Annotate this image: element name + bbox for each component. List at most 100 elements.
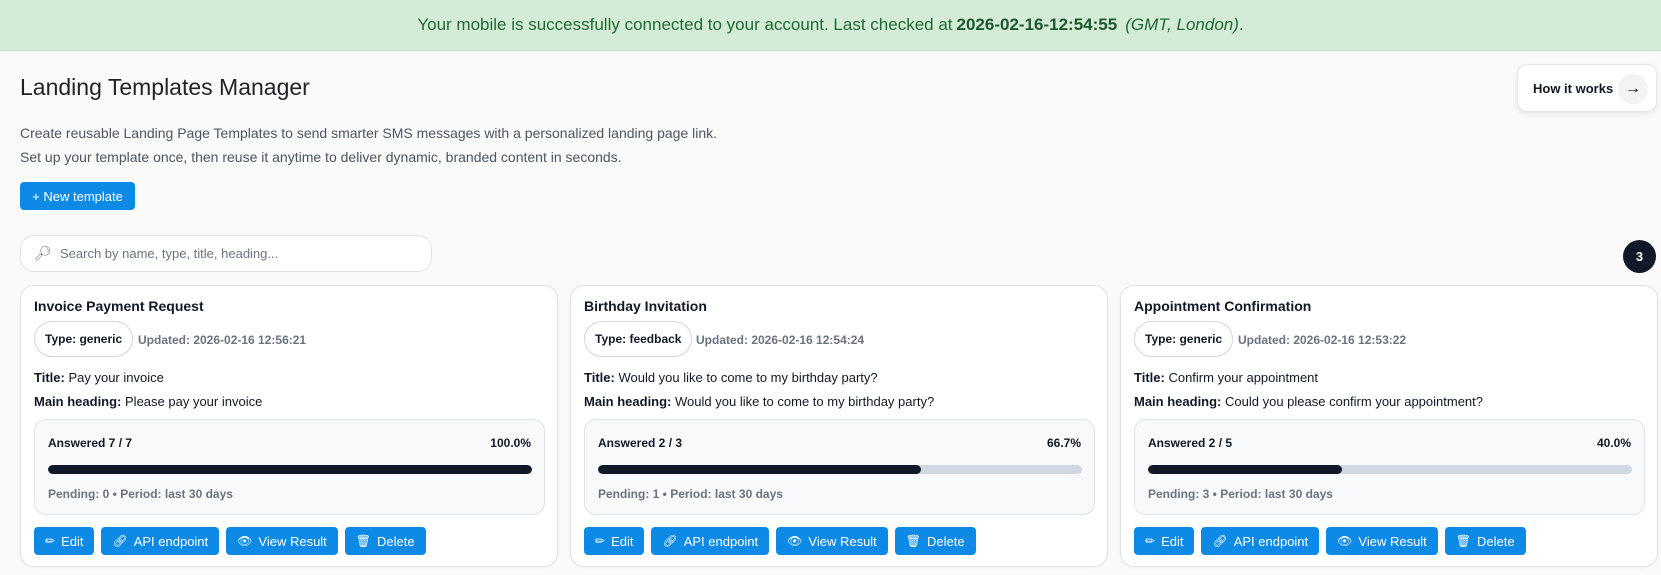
title-label: Title: xyxy=(1134,370,1165,385)
answered-count: Answered 7 / 7 xyxy=(48,436,133,450)
progress-bar xyxy=(598,465,1082,474)
type-badge: Type: feedback xyxy=(584,321,693,357)
view-label: View Result xyxy=(258,533,327,549)
main-heading-value: Please pay your invoice xyxy=(125,394,263,409)
api-endpoint-button[interactable]: 🔗︎ API endpoint xyxy=(101,527,220,555)
banner-suffix: . xyxy=(1238,15,1244,34)
type-badge: Type: generic xyxy=(34,321,134,357)
updated-timestamp: Updated: 2026-02-16 12:53:22 xyxy=(1238,333,1407,347)
pending-info: Pending: 1 • Period: last 30 days xyxy=(598,487,783,501)
eye-icon: 👁︎ xyxy=(787,534,803,548)
card-title: Invoice Payment Request xyxy=(34,298,204,314)
delete-button[interactable]: 🗑︎ Delete xyxy=(344,527,426,555)
card-title: Birthday Invitation xyxy=(584,298,707,314)
view-label: View Result xyxy=(1358,533,1427,549)
title-label: Title: xyxy=(34,370,65,385)
answered-percent: 40.0% xyxy=(1596,436,1631,450)
title-value: Would you like to come to my birthday pa… xyxy=(618,370,878,385)
view-label: View Result xyxy=(808,533,877,549)
title-label: Title: xyxy=(584,370,615,385)
progress-fill xyxy=(598,465,921,474)
link-icon: 🔗︎ xyxy=(1212,534,1228,548)
banner-timestamp: 2026-02-16-12:54:55 xyxy=(956,15,1118,34)
main-heading-label: Main heading: xyxy=(1134,394,1222,409)
answered-count: Answered 2 / 5 xyxy=(1148,436,1233,450)
trash-icon: 🗑︎ xyxy=(1455,534,1472,548)
search-bar[interactable]: 🔎︎ xyxy=(20,235,432,272)
how-it-works-label: How it works xyxy=(1533,80,1614,96)
link-icon: 🔗︎ xyxy=(112,534,128,548)
title-field: Title: Pay your invoice xyxy=(34,370,164,385)
connection-status-banner: Your mobile is successfully connected to… xyxy=(0,0,1661,51)
trash-icon: 🗑︎ xyxy=(905,534,922,548)
pending-info: Pending: 0 • Period: last 30 days xyxy=(48,487,233,501)
eye-icon: 👁︎ xyxy=(237,534,253,548)
how-it-works-button[interactable]: How it works → xyxy=(1517,64,1657,112)
answered-count: Answered 2 / 3 xyxy=(598,436,683,450)
delete-label: Delete xyxy=(1477,533,1515,549)
response-stats: Answered 2 / 3 66.7% Pending: 1 • Period… xyxy=(584,419,1095,515)
arrow-right-icon: → xyxy=(1618,74,1648,104)
progress-fill xyxy=(48,465,532,474)
edit-label: Edit xyxy=(611,533,634,549)
banner-text: Your mobile is successfully connected to… xyxy=(417,15,953,34)
answered-percent: 100.0% xyxy=(490,436,531,450)
description-line-1: Create reusable Landing Page Templates t… xyxy=(20,125,718,141)
pencil-icon: ✏︎ xyxy=(595,534,606,548)
pencil-icon: ✏︎ xyxy=(1145,534,1156,548)
delete-label: Delete xyxy=(377,533,415,549)
progress-bar xyxy=(48,465,532,474)
card-actions: ✏︎ Edit 🔗︎ API endpoint 👁︎ View Result 🗑︎ De… xyxy=(34,527,426,555)
response-stats: Answered 7 / 7 100.0% Pending: 0 • Perio… xyxy=(34,419,545,515)
pencil-icon: ✏︎ xyxy=(45,534,56,548)
view-result-button[interactable]: 👁︎ View Result xyxy=(1326,527,1438,555)
title-field: Title: Would you like to come to my birt… xyxy=(584,370,878,385)
template-card: Invoice Payment Request Type: generic Up… xyxy=(20,285,558,567)
view-result-button[interactable]: 👁︎ View Result xyxy=(226,527,338,555)
page-title: Landing Templates Manager xyxy=(20,74,310,100)
main-heading-field: Main heading: Would you like to come to … xyxy=(584,394,934,409)
answered-percent: 66.7% xyxy=(1046,436,1081,450)
delete-label: Delete xyxy=(927,533,965,549)
edit-label: Edit xyxy=(61,533,84,549)
new-template-button[interactable]: + New template xyxy=(20,182,135,210)
title-value: Pay your invoice xyxy=(68,370,164,385)
card-title: Appointment Confirmation xyxy=(1134,298,1312,314)
template-cards: Invoice Payment Request Type: generic Up… xyxy=(20,285,1661,575)
api-label: API endpoint xyxy=(133,533,209,549)
main-heading-value: Could you please confirm your appointmen… xyxy=(1225,394,1483,409)
search-icon: 🔎︎ xyxy=(34,245,52,261)
trash-icon: 🗑︎ xyxy=(355,534,372,548)
search-input[interactable] xyxy=(60,246,420,261)
template-card: Appointment Confirmation Type: generic U… xyxy=(1120,285,1658,567)
edit-label: Edit xyxy=(1161,533,1184,549)
delete-button[interactable]: 🗑︎ Delete xyxy=(894,527,976,555)
main-heading-value: Would you like to come to my birthday pa… xyxy=(675,394,935,409)
type-badge: Type: generic xyxy=(1134,321,1234,357)
edit-button[interactable]: ✏︎ Edit xyxy=(34,527,95,555)
eye-icon: 👁︎ xyxy=(1337,534,1353,548)
response-stats: Answered 2 / 5 40.0% Pending: 3 • Period… xyxy=(1134,419,1645,515)
card-actions: ✏︎ Edit 🔗︎ API endpoint 👁︎ View Result 🗑︎ De… xyxy=(1134,527,1526,555)
view-result-button[interactable]: 👁︎ View Result xyxy=(776,527,888,555)
title-value: Confirm your appointment xyxy=(1168,370,1319,385)
template-card: Birthday Invitation Type: feedback Updat… xyxy=(570,285,1108,567)
banner-timezone: (GMT, London) xyxy=(1125,15,1239,34)
api-label: API endpoint xyxy=(683,533,759,549)
page-description: Create reusable Landing Page Templates t… xyxy=(20,121,717,169)
edit-button[interactable]: ✏︎ Edit xyxy=(584,527,645,555)
pending-info: Pending: 3 • Period: last 30 days xyxy=(1148,487,1333,501)
main-heading-label: Main heading: xyxy=(34,394,122,409)
template-count-badge: 3 xyxy=(1623,240,1656,273)
delete-button[interactable]: 🗑︎ Delete xyxy=(1444,527,1526,555)
api-endpoint-button[interactable]: 🔗︎ API endpoint xyxy=(651,527,770,555)
updated-timestamp: Updated: 2026-02-16 12:54:24 xyxy=(696,333,865,347)
main-heading-field: Main heading: Could you please confirm y… xyxy=(1134,394,1483,409)
title-field: Title: Confirm your appointment xyxy=(1134,370,1318,385)
main-heading-label: Main heading: xyxy=(584,394,672,409)
api-endpoint-button[interactable]: 🔗︎ API endpoint xyxy=(1201,527,1320,555)
progress-bar xyxy=(1148,465,1632,474)
progress-fill xyxy=(1148,465,1342,474)
edit-button[interactable]: ✏︎ Edit xyxy=(1134,527,1195,555)
description-line-2: Set up your template once, then reuse it… xyxy=(20,149,622,165)
